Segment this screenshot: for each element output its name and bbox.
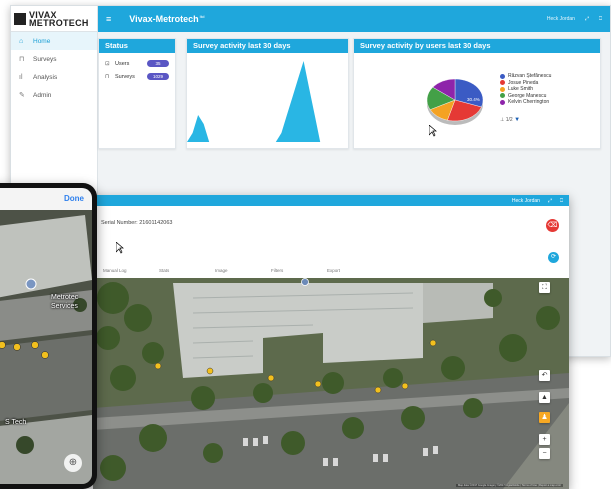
zoom-in-button[interactable]: + xyxy=(539,434,550,445)
users-pie-chart: 30.4% xyxy=(426,78,484,125)
status-count-badge: 1029 xyxy=(147,73,169,80)
phone-device: Done Metrotec Services S Tech ⊕ xyxy=(0,183,97,489)
rotate-map-button[interactable]: ↶ xyxy=(539,370,550,381)
map-place-label: Services xyxy=(51,303,78,310)
chart-legend: Răzvan Ștefănescu Josue Pineda Luke Smith G… xyxy=(500,73,551,106)
tab-filters[interactable]: Filters xyxy=(271,268,327,273)
legend-pager[interactable]: ⊥ 1/2 ▼ xyxy=(500,117,520,123)
card-title: Status xyxy=(99,39,175,53)
pie-data-label: 30.4% xyxy=(467,97,480,102)
menu-icon[interactable]: ≡ xyxy=(106,14,111,24)
map-attribution[interactable]: Map data ©2017 Google Imagery ©2017 Digi… xyxy=(455,484,563,487)
legend-swatch xyxy=(500,86,505,92)
map-place-label: S Tech xyxy=(5,419,27,426)
expand-icon[interactable]: ⤢ xyxy=(548,198,552,204)
survey-tabs: Manual Log Stats Image Filters Export xyxy=(103,268,383,273)
phone-satellite-map[interactable] xyxy=(0,210,92,484)
brand-logo[interactable]: VIVAX METROTECH xyxy=(11,6,97,32)
status-count-badge: 35 xyxy=(147,60,169,67)
sidebar-item-home[interactable]: ⌂ Home xyxy=(11,32,97,50)
logo-mark-icon xyxy=(14,12,26,25)
user-menu[interactable]: Heck Jordan xyxy=(512,198,540,204)
expand-icon[interactable]: ⤢ xyxy=(585,16,589,22)
card-title: Survey activity by users last 30 days xyxy=(354,39,600,53)
legend-label: Răzvan Ștefănescu xyxy=(508,73,552,80)
legend-item[interactable]: Răzvan Ștefănescu xyxy=(500,73,551,80)
zoom-out-button[interactable]: − xyxy=(539,448,550,459)
exit-icon[interactable]: ⎕ xyxy=(560,198,563,204)
sidebar-item-label: Home xyxy=(33,37,51,45)
tab-manual-log[interactable]: Manual Log xyxy=(103,268,159,273)
cursor-icon xyxy=(429,125,437,137)
cursor-icon xyxy=(116,242,124,254)
tilt-map-button[interactable]: ▲ xyxy=(539,392,550,403)
home-icon: ⌂ xyxy=(19,37,24,45)
top-bar: ≡ Vivax-Metrotechltd Heck Jordan ⤢ ⎕ xyxy=(98,6,610,32)
legend-label: Josue Pineda xyxy=(508,79,539,86)
sidebar-item-label: Surveys xyxy=(33,55,57,63)
delete-button[interactable]: ⌫ xyxy=(546,219,559,232)
refresh-button[interactable]: ⟳ xyxy=(548,252,559,263)
legend-swatch xyxy=(500,99,505,105)
sidebar-item-label: Admin xyxy=(33,91,52,99)
satellite-map[interactable]: ⛶ ↶ ▲ ♟ + − Map data ©2017 Google Imager… xyxy=(93,278,569,489)
tab-image[interactable]: Image xyxy=(215,268,271,273)
legend-item[interactable]: George Manescu xyxy=(500,93,551,100)
users-activity-card: Survey activity by users last 30 days 30… xyxy=(353,38,601,149)
sidebar-item-label: Analysis xyxy=(33,73,58,81)
survey-top-bar: Heck Jordan ⤢ ⎕ xyxy=(93,195,569,206)
done-button[interactable]: Done xyxy=(64,194,84,203)
surveys-icon: ⊓ xyxy=(19,56,25,63)
fullscreen-button[interactable]: ⛶ xyxy=(539,282,550,293)
tab-stats[interactable]: Stats xyxy=(159,268,215,273)
area-series xyxy=(187,61,348,142)
locate-me-icon[interactable]: ⊕ xyxy=(64,454,82,472)
card-title: Survey activity last 30 days xyxy=(187,39,348,53)
tab-export[interactable]: Export xyxy=(327,268,383,273)
app-subtitle: ltd xyxy=(199,14,205,19)
legend-swatch xyxy=(500,93,505,99)
satellite-map-image xyxy=(93,278,569,489)
logo-line-2: METROTECH xyxy=(29,17,89,28)
map-place-label: Metrotec xyxy=(51,294,79,301)
sidebar-item-surveys[interactable]: ⊓ Surveys xyxy=(11,50,97,68)
status-row-users[interactable]: ⊡ Users 35 xyxy=(99,57,175,70)
status-row-surveys[interactable]: ⊓ Surveys 1029 xyxy=(99,70,175,83)
activity-card: Survey activity last 30 days xyxy=(186,38,349,149)
legend-item[interactable]: Kelvin Cherrington xyxy=(500,99,551,106)
users-icon: ⊡ xyxy=(105,60,110,67)
serial-number: Serial Number: 21601142063 xyxy=(101,220,173,226)
legend-label: George Manescu xyxy=(508,92,547,99)
sidebar-item-analysis[interactable]: ıl Analysis xyxy=(11,68,97,86)
activity-area-chart xyxy=(187,61,348,142)
screenshot-stage: VIVAX METROTECH ⌂ Home ⊓ Surveys ıl Anal… xyxy=(0,0,611,489)
pager-text: 1/2 xyxy=(505,117,513,123)
exit-icon[interactable]: ⎕ xyxy=(599,16,602,22)
survey-detail-window: Heck Jordan ⤢ ⎕ Serial Number: 216011420… xyxy=(93,195,569,489)
pager-prefix: ⊥ xyxy=(500,117,505,123)
sidebar-item-admin[interactable]: ✎ Admin xyxy=(11,86,97,104)
phone-screen: Done Metrotec Services S Tech ⊕ xyxy=(0,188,92,484)
app-title: Vivax-Metrotechltd xyxy=(129,14,204,24)
pager-down-icon[interactable]: ▼ xyxy=(514,117,520,123)
legend-swatch xyxy=(500,80,505,86)
status-label: Surveys xyxy=(115,73,135,80)
street-view-pegman-icon[interactable]: ♟ xyxy=(539,412,550,423)
status-card: Status ⊡ Users 35 ⊓ Surveys 1029 xyxy=(98,38,176,149)
legend-swatch xyxy=(500,73,505,79)
chart-icon: ıl xyxy=(19,73,23,81)
user-menu[interactable]: Heck Jordan xyxy=(547,16,575,22)
app-title-text: Vivax-Metrotech xyxy=(129,14,199,24)
logo-text: VIVAX METROTECH xyxy=(29,10,89,28)
legend-label: Kelvin Cherrington xyxy=(508,99,550,106)
surveys-icon: ⊓ xyxy=(105,73,110,80)
legend-label: Luke Smith xyxy=(508,86,534,93)
status-label: Users xyxy=(115,60,130,67)
wrench-icon: ✎ xyxy=(19,92,25,99)
